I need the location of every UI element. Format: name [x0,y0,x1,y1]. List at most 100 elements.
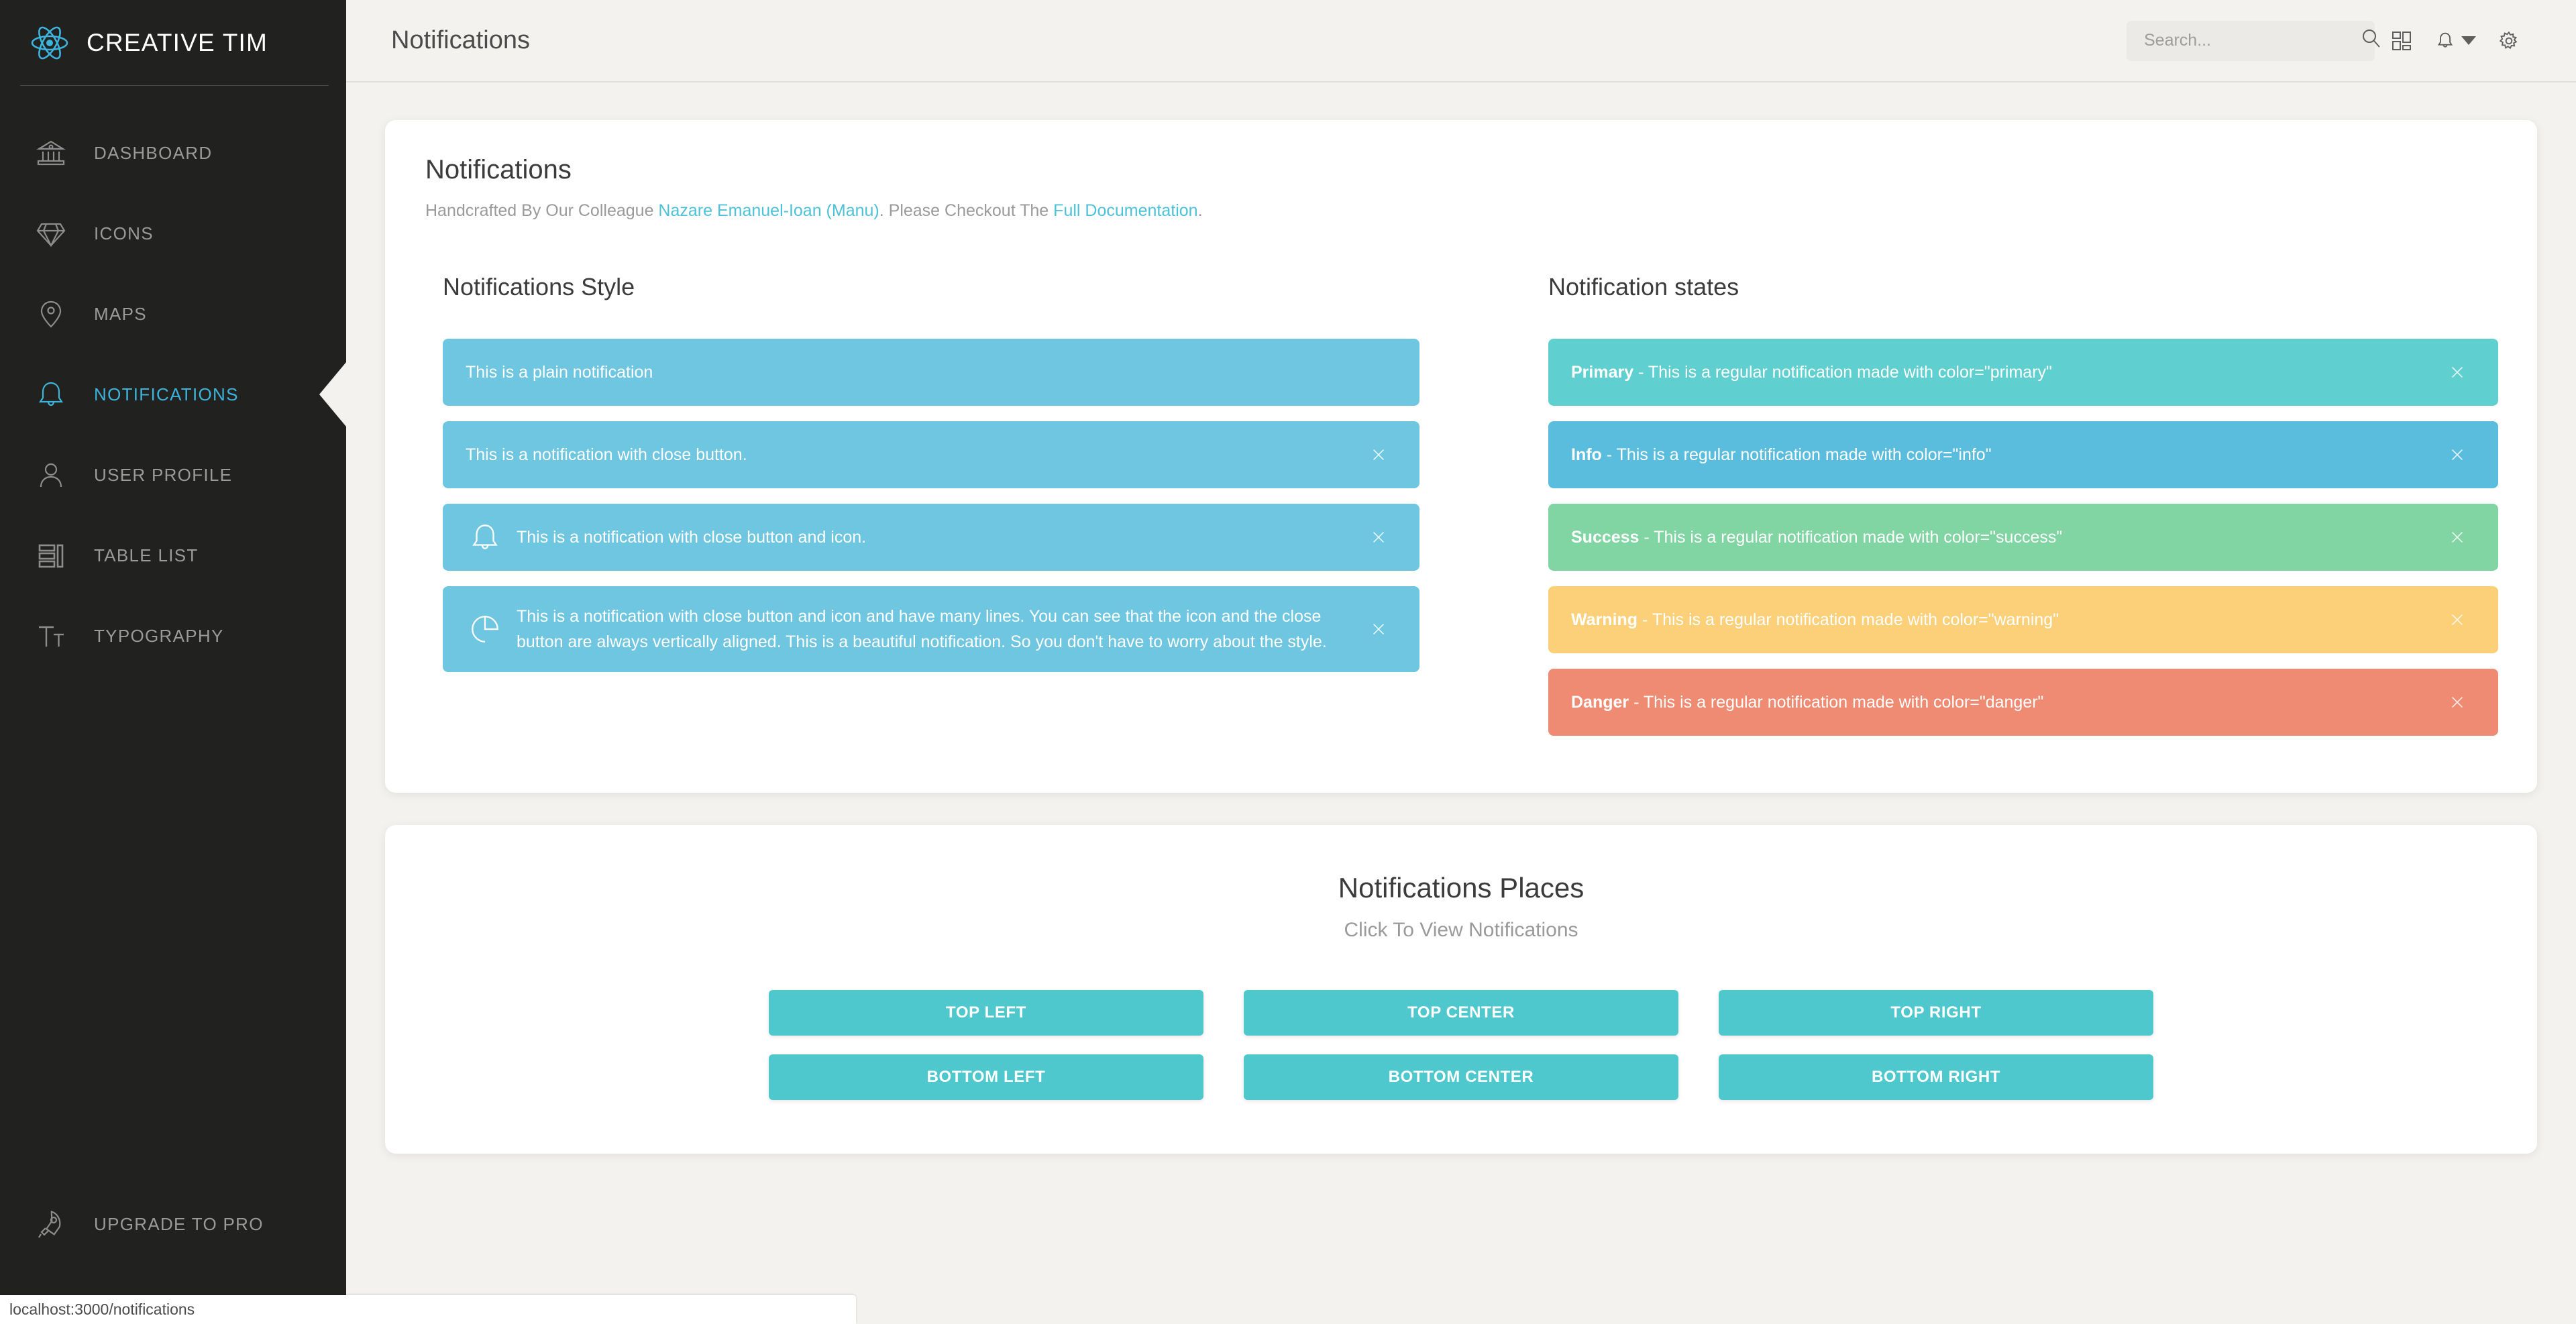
alert-label: Primary [1571,363,1633,382]
status-url: localhost:3000/notifications [9,1301,195,1319]
close-icon[interactable] [2439,354,2475,390]
pie-chart-icon [466,610,504,649]
columns: Notifications Style This is a plain noti… [424,273,2498,751]
alert-with-close: This is a notification with close button… [443,421,1419,488]
places-grid: TOP LEFT TOP CENTER TOP RIGHT BOTTOM LEF… [424,990,2498,1100]
alert-message: Info - This is a regular notification ma… [1571,425,2439,485]
bottom-left-button[interactable]: BOTTOM LEFT [769,1054,1203,1100]
sidebar-item-label: TABLE LIST [94,545,199,566]
alert-label: Danger [1571,693,1629,712]
dashboard-grid-icon[interactable] [2375,17,2428,64]
alert-label: Warning [1571,610,1638,629]
close-icon[interactable] [1360,611,1397,647]
alert-plain: This is a plain notification [443,339,1419,406]
alert-multiline: This is a notification with close button… [443,586,1419,672]
close-icon[interactable] [1360,437,1397,473]
close-icon[interactable] [2439,684,2475,720]
alert-text: This is a regular notification made with… [1644,693,2044,712]
notifications-places-card: Notifications Places Click To View Notif… [385,825,2537,1154]
notifications-style-column: Notifications Style This is a plain noti… [424,273,1461,751]
table-icon [32,537,70,574]
sidebar-item-label: UPGRADE TO PRO [94,1214,264,1235]
notifications-bell-button[interactable] [2428,17,2482,64]
close-icon[interactable] [1360,519,1397,555]
column-title: Notification states [1548,273,2498,301]
close-icon[interactable] [2439,437,2475,473]
notifications-card: Notifications Handcrafted By Our Colleag… [385,120,2537,793]
sidebar-item-label: ICONS [94,223,154,244]
places-subtitle: Click To View Notifications [424,919,2498,942]
top-left-button[interactable]: TOP LEFT [769,990,1203,1036]
alert-state-success: Success - This is a regular notification… [1548,504,2498,571]
status-bar: localhost:3000/notifications [0,1295,856,1324]
chevron-down-icon[interactable] [2461,36,2476,45]
places-row-top: TOP LEFT TOP CENTER TOP RIGHT [769,990,2153,1036]
alert-separator: - [1629,693,1644,712]
alert-text: This is a regular notification made with… [1654,528,2062,547]
alert-message: Success - This is a regular notification… [1571,507,2439,567]
header-actions [2127,17,2576,64]
sidebar-item-table-list[interactable]: TABLE LIST [0,515,346,596]
subtitle-text-post: . [1198,201,1203,220]
main-content: Notifications Handcrafted By Our Colleag… [346,82,2576,1295]
alert-separator: - [1639,528,1654,547]
alert-state-danger: Danger - This is a regular notification … [1548,669,2498,736]
alert-label: Success [1571,528,1639,547]
sidebar-item-typography[interactable]: TYPOGRAPHY [0,596,346,676]
sidebar-item-maps[interactable]: MAPS [0,274,346,354]
alert-state-info: Info - This is a regular notification ma… [1548,421,2498,488]
alert-message: Danger - This is a regular notification … [1571,672,2439,732]
sidebar-item-user-profile[interactable]: USER PROFILE [0,435,346,515]
sidebar-nav: DASHBOARD ICONS MAPS [0,113,346,676]
author-link[interactable]: Nazare Emanuel-Ioan (Manu) [658,201,879,220]
sidebar: CREATIVE TIM DASHBOARD [0,0,346,1295]
alert-message: Primary - This is a regular notification… [1571,342,2439,402]
alert-message: Warning - This is a regular notification… [1571,590,2439,650]
alert-separator: - [1633,363,1648,382]
search-box[interactable] [2127,21,2375,61]
close-icon[interactable] [2439,602,2475,638]
diamond-icon [32,215,70,252]
bottom-right-button[interactable]: BOTTOM RIGHT [1719,1054,2153,1100]
column-title: Notifications Style [443,273,1419,301]
bottom-center-button[interactable]: BOTTOM CENTER [1244,1054,1678,1100]
places-row-bottom: BOTTOM LEFT BOTTOM CENTER BOTTOM RIGHT [769,1054,2153,1100]
alert-state-warning: Warning - This is a regular notification… [1548,586,2498,653]
close-icon[interactable] [2439,519,2475,555]
alert-text: This is a regular notification made with… [1648,363,2052,382]
search-input[interactable] [2144,31,2360,50]
rocket-icon [32,1205,70,1243]
user-icon [32,456,70,494]
brand[interactable]: CREATIVE TIM [0,0,346,86]
top-center-button[interactable]: TOP CENTER [1244,990,1678,1036]
sidebar-item-icons[interactable]: ICONS [0,193,346,274]
sidebar-item-upgrade-to-pro[interactable]: UPGRADE TO PRO [0,1184,346,1264]
settings-gear-button[interactable] [2482,17,2536,64]
sidebar-item-notifications[interactable]: NOTIFICATIONS [0,354,346,435]
card-title: Notifications [425,155,2498,185]
page-title: Notifications [391,26,530,55]
alert-text: This is a regular notification made with… [1617,445,1992,464]
sidebar-item-dashboard[interactable]: DASHBOARD [0,113,346,193]
alert-label: Info [1571,445,1602,464]
subtitle-text-pre: Handcrafted By Our Colleague [425,201,658,220]
map-pin-icon [32,295,70,333]
top-header: Notifications [346,0,2576,82]
sidebar-item-label: NOTIFICATIONS [94,384,239,405]
sidebar-item-label: MAPS [94,304,147,325]
sidebar-item-label: TYPOGRAPHY [94,626,224,647]
alert-with-close-and-icon: This is a notification with close button… [443,504,1419,571]
active-indicator-arrow [319,362,346,427]
alert-text: This is a regular notification made with… [1652,610,2059,629]
top-right-button[interactable]: TOP RIGHT [1719,990,2153,1036]
alert-state-primary: Primary - This is a regular notification… [1548,339,2498,406]
places-title: Notifications Places [424,872,2498,904]
brand-divider [20,85,329,86]
brand-name: CREATIVE TIM [87,29,268,57]
bell-icon [32,376,70,413]
documentation-link[interactable]: Full Documentation [1053,201,1197,220]
react-atom-icon [30,23,70,63]
card-subtitle: Handcrafted By Our Colleague Nazare Eman… [425,201,2498,221]
alert-separator: - [1638,610,1652,629]
typography-icon [32,617,70,655]
